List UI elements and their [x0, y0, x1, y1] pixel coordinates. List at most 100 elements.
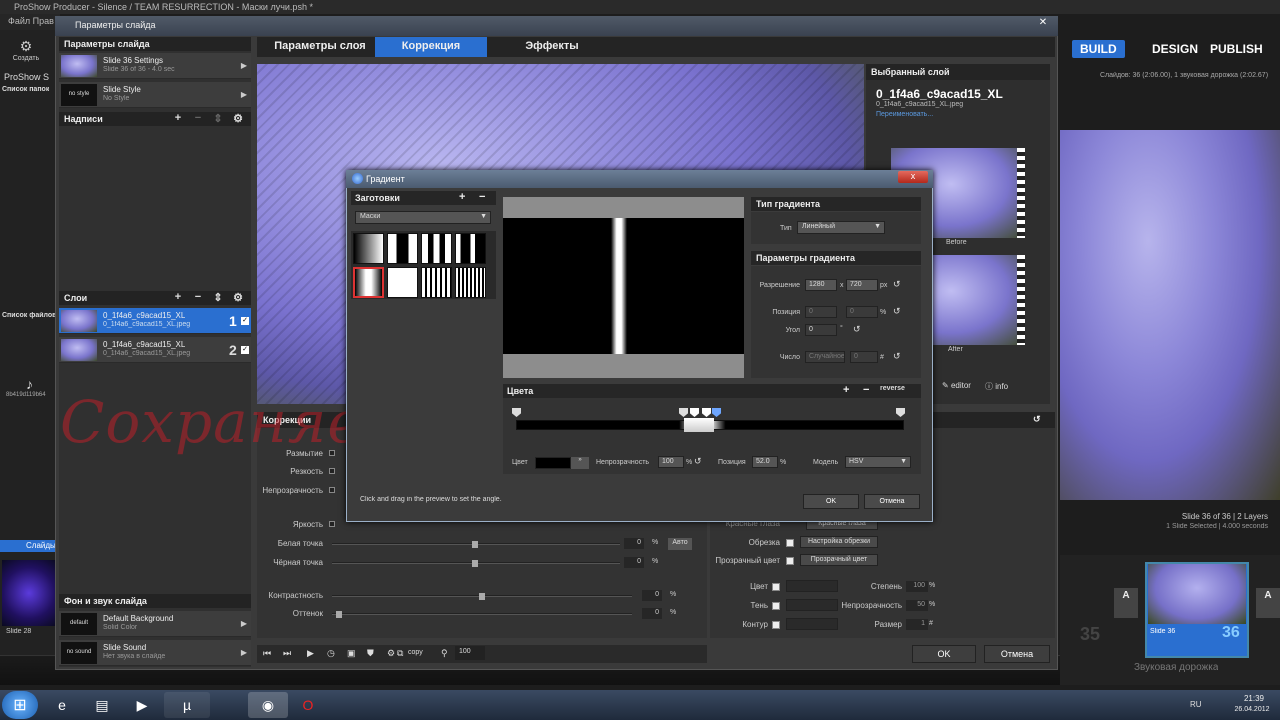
preset-tile[interactable] [421, 233, 452, 264]
utorrent-icon[interactable]: µ [164, 692, 210, 718]
gradient-ok-button[interactable]: OK [803, 494, 859, 509]
black-point-slider[interactable] [332, 560, 620, 567]
color-model-dropdown[interactable]: HSV ▼ [845, 456, 911, 468]
media-player-icon[interactable]: ▶ [124, 692, 160, 718]
folder-icon[interactable]: ▤ [84, 692, 120, 718]
hue-slider[interactable] [332, 611, 632, 618]
mask-icon[interactable]: ▣ [347, 648, 356, 659]
outline-checkbox[interactable] [772, 621, 780, 629]
preset-tile[interactable] [455, 233, 486, 264]
skip-forward-icon[interactable]: ⏭ [283, 648, 291, 659]
resolution-width-field[interactable]: 1280 [805, 279, 837, 291]
remove-icon[interactable]: − [191, 291, 205, 303]
menu-edit[interactable]: Прав [33, 16, 54, 26]
transition-icon[interactable]: A [1256, 588, 1280, 618]
presets-dropdown[interactable]: Маски ▼ [355, 211, 491, 224]
slide-settings-row[interactable]: Slide 36 Settings Slide 36 of 36 - 4.0 s… [59, 53, 251, 79]
clock-time[interactable]: 21:39 [1232, 694, 1276, 703]
move-icon[interactable]: ⇕ [211, 112, 225, 125]
transparent-color-checkbox[interactable] [786, 557, 794, 565]
tab-correction[interactable]: Коррекция [375, 37, 487, 57]
slide-thumbnail[interactable] [2, 560, 56, 626]
crop-settings-button[interactable]: Настройка обрезки [800, 536, 878, 548]
contrast-value[interactable]: 0 [642, 590, 662, 601]
reset-icon[interactable]: ↺ [853, 324, 861, 335]
preset-tile[interactable] [353, 233, 384, 264]
sound-row[interactable]: no sound Slide Sound Нет звука в слайде … [59, 640, 251, 666]
white-point-slider[interactable] [332, 541, 620, 548]
shield-icon[interactable]: ⛊ [367, 648, 374, 659]
publish-mode-button[interactable]: PUBLISH [1202, 40, 1271, 58]
reset-icon[interactable]: ↺ [893, 306, 901, 317]
gear-icon[interactable]: ⚙ [231, 291, 245, 304]
clock-date[interactable]: 26.04.2012 [1226, 706, 1278, 713]
strength-value[interactable]: 100 [906, 581, 928, 592]
reset-icon[interactable]: ↺ [694, 456, 702, 467]
create-button[interactable]: ⚙ Создать [4, 38, 48, 62]
white-point-value[interactable]: 0 [624, 538, 644, 549]
stop-color-swatch[interactable] [535, 457, 571, 469]
brightness-checkbox[interactable] [329, 521, 335, 527]
opera-icon[interactable]: O [290, 692, 326, 718]
slide-style-row[interactable]: no style Slide Style No Style ▶ [59, 82, 251, 108]
position-x-field[interactable]: 0 [805, 306, 837, 318]
reset-icon[interactable]: ↺ [893, 351, 901, 362]
copy-icon[interactable]: ⧉ [397, 648, 403, 659]
hue-value[interactable]: 0 [642, 608, 662, 619]
black-point-value[interactable]: 0 [624, 557, 644, 568]
play-icon[interactable]: ▶ [307, 648, 314, 659]
number-field[interactable]: 0 [850, 351, 878, 363]
remove-icon[interactable]: − [191, 112, 205, 124]
skip-back-icon[interactable]: ⏮ [263, 648, 271, 659]
crop-checkbox[interactable] [786, 539, 794, 547]
slider-thumb[interactable] [336, 611, 342, 618]
layer-row[interactable]: 0_1f4a6_c9acad15_XL 0_1f4a6_c9acad15_XL.… [59, 337, 251, 363]
gradient-type-dropdown[interactable]: Линейный ▼ [797, 221, 885, 234]
proshow-icon[interactable]: ◉ [248, 692, 288, 718]
resolution-height-field[interactable]: 720 [846, 279, 878, 291]
move-icon[interactable]: ⇕ [211, 291, 225, 304]
shadow-swatch[interactable] [786, 599, 838, 611]
opacity-field[interactable]: 100 [658, 456, 684, 468]
tab-layer-settings[interactable]: Параметры слоя [265, 37, 375, 57]
random-button[interactable]: Случайное [805, 351, 845, 363]
ok-button[interactable]: OK [912, 645, 976, 663]
contrast-slider[interactable] [332, 593, 632, 600]
layer-visible-checkbox[interactable]: ✓ [241, 346, 249, 354]
add-icon[interactable]: + [171, 291, 185, 303]
shadow-checkbox[interactable] [772, 602, 780, 610]
add-icon[interactable]: + [171, 112, 185, 124]
preset-tile[interactable] [387, 233, 418, 264]
remove-icon[interactable]: − [479, 191, 485, 203]
sharpen-checkbox[interactable] [329, 468, 335, 474]
background-row[interactable]: default Default Background Solid Color ▶ [59, 611, 251, 637]
outline-size-value[interactable]: 1 [906, 619, 928, 630]
transition-icon[interactable]: A [1114, 588, 1138, 618]
reverse-button[interactable]: reverse [880, 385, 905, 392]
layer-visible-checkbox[interactable]: ✓ [241, 317, 249, 325]
cancel-button[interactable]: Отмена [984, 645, 1050, 663]
chevron-down-icon[interactable]: » [571, 457, 589, 469]
reset-icon[interactable]: ↺ [893, 279, 901, 290]
auto-button[interactable]: Авто [668, 538, 692, 550]
menu-file[interactable]: Файл [8, 16, 30, 26]
clock-icon[interactable]: ◷ [327, 648, 335, 659]
add-icon[interactable]: + [459, 191, 465, 203]
stop-position-field[interactable]: 52.0 [752, 456, 778, 468]
color-checkbox[interactable] [772, 583, 780, 591]
start-button[interactable]: ⊞ [2, 691, 38, 719]
add-icon[interactable]: + [843, 384, 849, 396]
gradient-cancel-button[interactable]: Отмена [864, 494, 920, 509]
design-mode-button[interactable]: DESIGN [1144, 40, 1206, 58]
shadow-opacity-value[interactable]: 50 [906, 600, 928, 611]
language-indicator[interactable]: RU [1190, 700, 1202, 709]
copy-button[interactable]: copy [408, 649, 423, 656]
gear-icon[interactable]: ⚙ [231, 112, 245, 125]
ie-icon[interactable]: e [44, 692, 80, 718]
tab-effects[interactable]: Эффекты [497, 37, 607, 57]
zoom-field[interactable]: 100 [455, 646, 485, 660]
slider-thumb[interactable] [479, 593, 485, 600]
color-swatch[interactable] [786, 580, 838, 592]
gear-icon[interactable]: ⚙ [387, 648, 395, 659]
angle-field[interactable]: 0 [805, 324, 837, 336]
